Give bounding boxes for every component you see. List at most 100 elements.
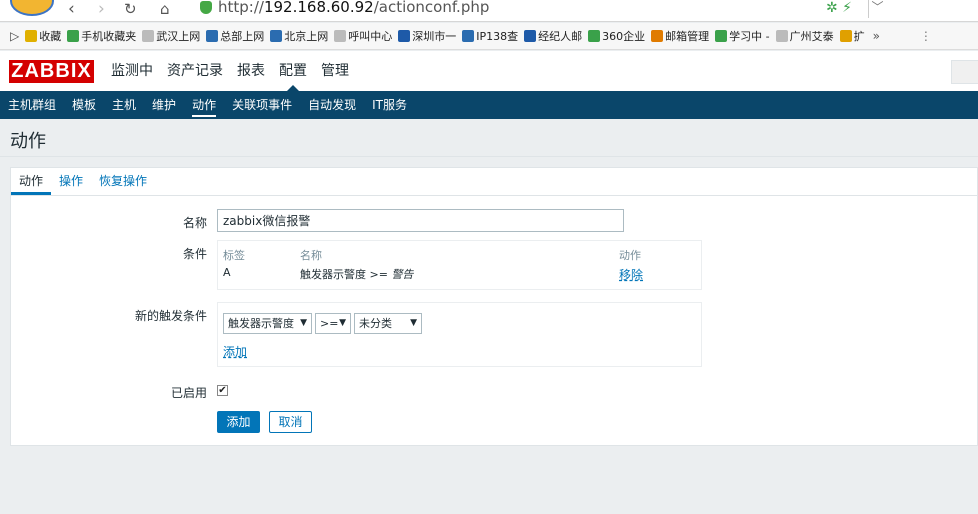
remove-condition-link[interactable]: 移除 [619,266,643,283]
bookmark-label: 深圳市一 [412,30,457,43]
top-menu-item[interactable]: 监测中 [104,51,160,91]
dropdown-arrow-icon: ▼ [410,318,417,328]
mailbox-icon [651,30,664,42]
bookmark-item[interactable]: 北京上网 [270,28,328,44]
zabbix-logo[interactable]: ZABBIX [9,60,94,83]
bookmark-label: 北京上网 [284,30,329,43]
enabled-checkbox[interactable]: ✔ [217,385,228,396]
name-input[interactable] [217,209,624,232]
globe-icon [270,30,283,42]
bookmark-item[interactable]: IP138查 [462,28,518,44]
url-scheme: http:// [218,0,264,16]
bookmark-item[interactable]: 邮箱管理 [651,28,709,44]
bookmark-item[interactable]: 武汉上网 [142,28,200,44]
bookmark-item[interactable]: 手机收藏夹 [67,28,136,44]
condition-severity-select[interactable]: 未分类 ▼ [354,313,422,334]
more-bookmarks-icon[interactable]: » [873,29,880,43]
shield-icon [715,30,728,42]
sub-menu-item[interactable]: 动作 [184,91,224,119]
bookmark-item[interactable]: 深圳市一 [398,28,456,44]
bookmark-item[interactable]: 经纪人邮 [524,28,582,44]
enabled-label: 已启用 [170,386,207,400]
top-menu-item[interactable]: 报表 [230,51,272,91]
address-dropdown-icon[interactable]: ﹀ [868,0,886,18]
tab-item[interactable]: 操作 [51,168,91,195]
condition-type-select[interactable]: 触发器示警度 ▼ [223,313,312,334]
name-label: 名称 [182,216,207,230]
sub-menu-item[interactable]: 自动发现 [300,91,364,119]
bookmark-item[interactable]: 广州艾泰 [775,28,834,44]
top-menu: 监测中 资产记录 报表 配置 管理 [104,51,356,91]
page-icon [334,30,347,42]
cancel-button[interactable]: 取消 [269,411,312,433]
browser-logo-icon [10,0,54,16]
new-condition-label: 新的触发条件 [134,309,207,323]
page-title-bar: 动作 [0,119,978,157]
home-icon[interactable]: ⌂ [160,0,170,18]
sidebar-toggle-icon[interactable]: ▷ [10,29,19,43]
bookmark-label: 学习中 - [729,30,770,43]
zabbix-header: ZABBIX 监测中 资产记录 报表 配置 管理 [0,51,978,91]
reload-icon[interactable]: ↻ [124,0,137,18]
add-condition-link[interactable]: 添加 [223,343,247,360]
browser-toolbar: ‹ › ↻ ⌂ http://192.168.60.92/actionconf.… [0,0,978,22]
search-input[interactable] [951,60,978,84]
forward-icon[interactable]: › [98,0,105,18]
condition-name-value: 警告 [391,268,414,281]
dropdown-arrow-icon: ▼ [339,318,346,328]
bookmark-label: 扩 [853,30,865,43]
360-icon [588,30,601,42]
mail-icon [524,30,537,42]
conditions-header-label: 标签 [223,249,245,262]
conditions-header-name: 名称 [300,249,322,262]
bookmark-label: 呼叫中心 [348,30,393,43]
bookmark-label: 广州艾泰 [789,30,834,43]
sub-menu-item[interactable]: 主机 [104,91,144,119]
page-title: 动作 [10,131,46,152]
phone-icon [67,30,80,42]
bookmark-item[interactable]: 呼叫中心 [334,28,392,44]
condition-severity-value: 未分类 [359,317,392,330]
sub-menu-item[interactable]: 维护 [144,91,184,119]
bookmark-label: 360企业 [602,30,646,43]
tab-item[interactable]: 动作 [11,168,52,195]
bookmark-item[interactable]: 收藏 [25,28,61,44]
add-button[interactable]: 添加 [217,411,260,433]
extension-icons[interactable]: ✲ ⚡ [826,0,852,16]
form-tabs: 动作 操作 恢复操作 [10,167,978,195]
condition-row-name: 触发器示警度 >= 警告 [300,266,413,282]
condition-operator-value: >= [320,317,339,330]
url-path: /actionconf.php [373,0,490,16]
condition-name-prefix: 触发器示警度 >= [300,268,392,281]
apps-icon[interactable]: ⋮ [920,29,932,43]
tab-item[interactable]: 恢复操作 [91,168,155,195]
page-icon [775,30,788,42]
bookmark-item[interactable]: 扩 [839,28,865,44]
sub-menu-item[interactable]: 主机群组 [0,91,64,119]
sub-menu-item[interactable]: 关联项事件 [224,91,300,119]
star-icon [25,30,38,42]
sub-menu: 主机群组 模板 主机 维护 动作 关联项事件 自动发现 IT服务 [0,91,978,119]
back-icon[interactable]: ‹ [68,0,75,18]
bookmarks-bar: ▷ 收藏 手机收藏夹 武汉上网 总部上网 北京上网 呼叫中心 深圳市一 IP138查 经纪人邮 3… [0,23,978,50]
bookmark-label: 总部上网 [220,30,265,43]
top-menu-item[interactable]: 管理 [314,51,356,91]
mail-icon [398,30,411,42]
sub-menu-item[interactable]: 模板 [64,91,104,119]
top-menu-item[interactable]: 配置 [272,51,314,91]
new-condition-box: 触发器示警度 ▼ >= ▼ 未分类 ▼ 添加 [217,302,702,367]
action-form: 名称 条件 标签 名称 动作 A 触发器示警度 >= 警告 移除 新的触发条件 … [10,195,978,446]
bookmark-item[interactable]: 总部上网 [206,28,264,44]
secure-shield-icon [200,1,212,14]
bookmark-item[interactable]: 360企业 [588,28,645,44]
bookmark-label: 经纪人邮 [538,30,583,43]
address-bar[interactable]: http://192.168.60.92/actionconf.php [218,0,489,16]
top-menu-item[interactable]: 资产记录 [160,51,230,91]
bookmark-label: 手机收藏夹 [81,30,137,43]
bookmark-item[interactable]: 学习中 - [715,28,770,44]
condition-operator-select[interactable]: >= ▼ [315,313,351,334]
sub-menu-item[interactable]: IT服务 [364,91,415,119]
bookmark-label: IP138查 [476,30,519,43]
ip-icon [462,30,475,42]
condition-row-label: A [223,266,231,279]
